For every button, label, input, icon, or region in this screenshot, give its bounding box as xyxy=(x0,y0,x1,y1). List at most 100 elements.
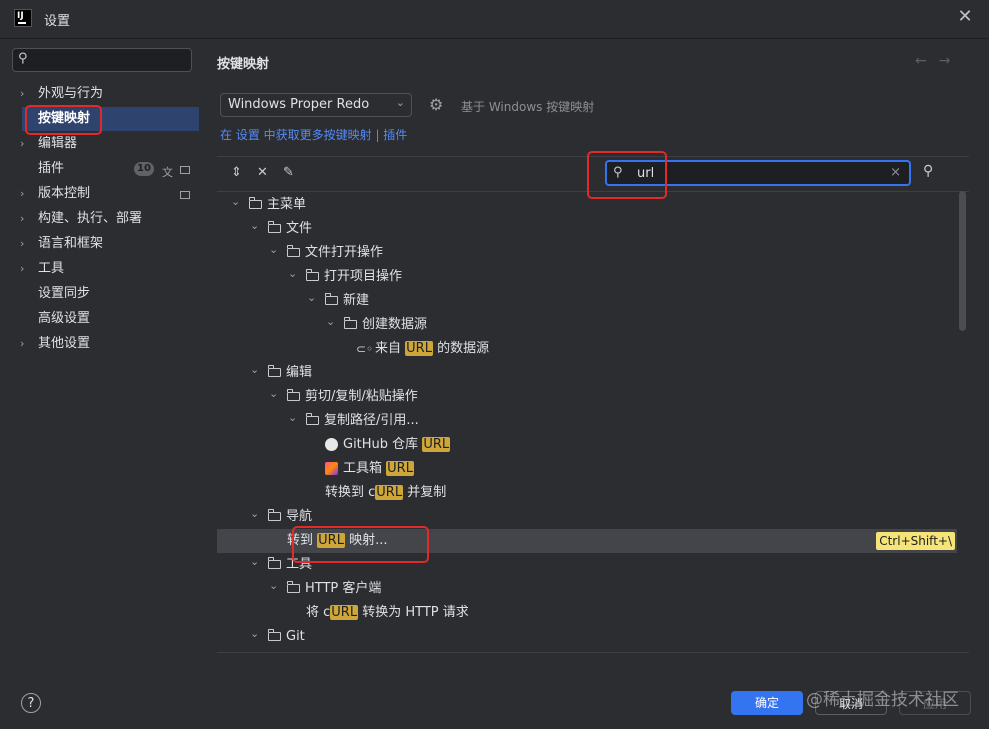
expand-all-icon[interactable]: ⇕ xyxy=(231,165,242,180)
tree-row-label: 工具 xyxy=(286,553,312,577)
tree-row[interactable]: GitHub 仓库 URL xyxy=(217,433,957,457)
nav-arrows[interactable]: ←→ xyxy=(915,53,962,69)
tree-row[interactable]: 工具箱 URL xyxy=(217,457,957,481)
tree-row[interactable]: ⌄ 文件打开操作 xyxy=(217,241,957,265)
edit-icon[interactable]: ✎ xyxy=(283,165,294,180)
label-text: 编辑 xyxy=(286,365,313,380)
chevron-down-icon[interactable]: ⌄ xyxy=(269,238,278,262)
chevron-right-icon[interactable]: › xyxy=(20,257,24,281)
tree-row-label: 复制路径/引用... xyxy=(324,409,419,433)
label-text: 文件 xyxy=(286,221,313,236)
chevron-down-icon[interactable]: ⌄ xyxy=(326,310,335,334)
settings-sidebar: ⚲ › 外观与行为 按键映射 › 编辑器 插件 10 文 › 版本控制 › 构建、执行、部署 › 语言和框… xyxy=(0,39,205,679)
sidebar-item-label: 构建、执行、部署 xyxy=(38,211,143,226)
chevron-down-icon[interactable]: ⌄ xyxy=(231,191,240,214)
sidebar-item[interactable]: 按键映射 xyxy=(22,107,199,131)
tree-row[interactable]: ⌄ 工具 xyxy=(217,553,957,577)
sidebar-item[interactable]: › 构建、执行、部署 xyxy=(0,207,205,231)
chevron-down-icon[interactable]: ⌄ xyxy=(250,358,259,382)
collapse-all-icon[interactable]: ✕ xyxy=(257,165,268,180)
tree-row[interactable]: 转到 URL 映射... Ctrl+Shift+\ xyxy=(217,529,957,553)
chevron-right-icon[interactable]: › xyxy=(20,132,24,156)
chevron-down-icon[interactable]: ⌄ xyxy=(307,286,316,310)
chevron-down-icon[interactable]: ⌄ xyxy=(250,622,259,646)
chevron-right-icon[interactable]: › xyxy=(20,207,24,231)
label-text: 转到 xyxy=(287,533,318,548)
chevron-down-icon[interactable]: ⌄ xyxy=(269,382,278,406)
chevron-down-icon[interactable]: ⌄ xyxy=(288,262,297,286)
sidebar-item[interactable]: › 编辑器 xyxy=(0,132,205,156)
based-on-label: 基于 Windows 按键映射 xyxy=(461,100,595,114)
tree-row[interactable]: ⊂◦ 来自 URL 的数据源 xyxy=(217,337,957,361)
chevron-down-icon[interactable]: ⌄ xyxy=(288,406,297,430)
tree-row[interactable]: ⌄ 打开项目操作 xyxy=(217,265,957,289)
chevron-down-icon[interactable]: ⌄ xyxy=(250,502,259,526)
toolbox-icon xyxy=(325,462,338,475)
chevron-right-icon[interactable]: › xyxy=(20,182,24,206)
action-filter-input[interactable]: ⚲ url × xyxy=(605,160,911,186)
project-level-icon xyxy=(180,191,190,199)
clear-icon[interactable]: × xyxy=(890,165,901,180)
label-text: 复制路径/引用... xyxy=(324,413,419,428)
chevron-down-icon[interactable]: ⌄ xyxy=(250,550,259,574)
label-text: 来自 xyxy=(375,341,406,356)
get-more-keymaps-link[interactable]: 在 设置 中获取更多按键映射 | 插件 xyxy=(220,126,407,143)
tree-row[interactable]: ⌄ 导航 xyxy=(217,505,957,529)
chevron-right-icon[interactable]: › xyxy=(20,232,24,256)
sidebar-item-label: 设置同步 xyxy=(38,286,91,301)
tree-row-label: GitHub 仓库 URL xyxy=(343,433,451,457)
folder-icon xyxy=(306,413,319,425)
tree-row[interactable]: ⌄ 主菜单 xyxy=(217,193,957,217)
folder-icon xyxy=(325,293,338,305)
tree-row[interactable]: ⌄ 创建数据源 xyxy=(217,313,957,337)
sidebar-item[interactable]: 高级设置 xyxy=(0,307,205,331)
gear-icon[interactable]: ⚙ xyxy=(429,95,443,114)
chevron-down-icon[interactable]: ⌄ xyxy=(269,574,278,598)
tree-row[interactable]: ⌄ 编辑 xyxy=(217,361,957,385)
tree-row[interactable]: ⌄ 复制路径/引用... xyxy=(217,409,957,433)
label-text: HTTP 客户端 xyxy=(305,581,382,596)
tree-row-label: 转换到 cURL 并复制 xyxy=(325,481,446,505)
find-by-shortcut-icon[interactable]: ⚲ xyxy=(923,163,933,179)
sidebar-item[interactable]: 插件 10 文 xyxy=(0,157,205,181)
help-icon[interactable]: ? xyxy=(21,693,41,713)
label-text: 工具箱 xyxy=(343,461,387,476)
search-match-highlight: URL xyxy=(386,461,414,476)
sidebar-item[interactable]: › 外观与行为 xyxy=(0,82,205,106)
sidebar-item[interactable]: › 语言和框架 xyxy=(0,232,205,256)
chevron-right-icon[interactable]: › xyxy=(20,82,24,106)
ok-button[interactable]: 确定 xyxy=(731,691,803,715)
sidebar-item[interactable]: 设置同步 xyxy=(0,282,205,306)
label-text: 将 c xyxy=(306,605,331,620)
sidebar-item[interactable]: › 其他设置 xyxy=(0,332,205,356)
title-bar: IJ 设置 ✕ xyxy=(0,0,989,39)
chevron-down-icon: ⌄ xyxy=(395,96,405,109)
chevron-right-icon[interactable]: › xyxy=(20,332,24,356)
tree-row[interactable]: 转换到 cURL 并复制 xyxy=(217,481,957,505)
action-tree: ⌄ 主菜单 ⌄ 文件 ⌄ 文件打开操作 ⌄ 打开项目操作 ⌄ 新建 ⌄ 创建数据源 ⊂◦ 来自 URL 的… xyxy=(217,191,969,653)
keymap-dropdown[interactable]: Windows Proper Redo ⌄ xyxy=(220,93,412,117)
sidebar-item-label: 版本控制 xyxy=(38,186,91,201)
tree-scrollbar[interactable] xyxy=(959,191,966,331)
github-icon xyxy=(325,438,338,451)
folder-icon xyxy=(268,509,281,521)
sidebar-item[interactable]: › 版本控制 xyxy=(0,182,205,206)
tree-row[interactable]: ⌄ HTTP 客户端 xyxy=(217,577,957,601)
tree-row[interactable]: 将 cURL 转换为 HTTP 请求 xyxy=(217,601,957,625)
page-title: 按键映射 xyxy=(217,57,270,72)
tree-row-label: 剪切/复制/粘贴操作 xyxy=(305,385,418,409)
tree-row[interactable]: ⌄ 文件 xyxy=(217,217,957,241)
tree-row-label: 文件 xyxy=(286,217,312,241)
intellij-logo-icon: IJ xyxy=(14,9,32,27)
tree-row-label: 文件打开操作 xyxy=(305,241,383,265)
tree-row[interactable]: ⌄ Git xyxy=(217,625,957,649)
close-icon[interactable]: ✕ xyxy=(954,6,976,28)
sidebar-search-input[interactable]: ⚲ xyxy=(12,48,192,72)
label-text: 剪切/复制/粘贴操作 xyxy=(305,389,418,404)
label-text: Git xyxy=(286,629,305,644)
tree-row[interactable]: ⌄ 剪切/复制/粘贴操作 xyxy=(217,385,957,409)
sidebar-item[interactable]: › 工具 xyxy=(0,257,205,281)
folder-icon xyxy=(344,317,357,329)
chevron-down-icon[interactable]: ⌄ xyxy=(250,214,259,238)
label-text: 工具 xyxy=(286,557,313,572)
